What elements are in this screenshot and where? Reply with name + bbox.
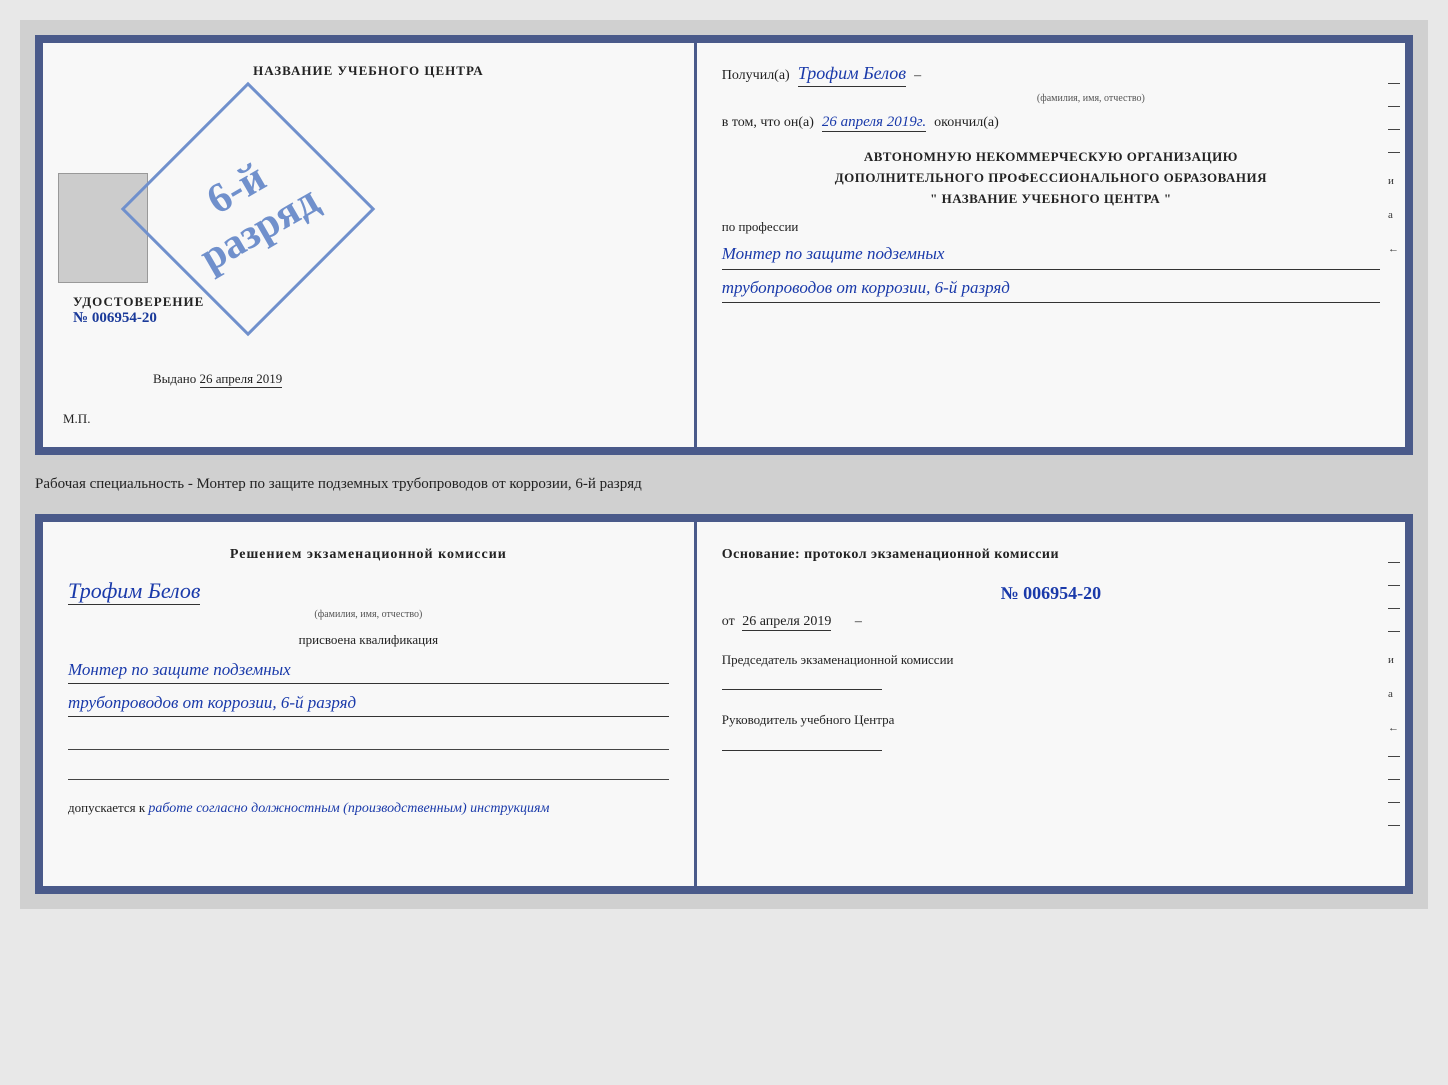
- protocol-date-value: 26 апреля 2019: [742, 614, 831, 631]
- vydano-label: Выдано: [153, 371, 196, 386]
- br-side-ya: а: [1388, 688, 1400, 700]
- protocol-num: № 006954-20: [722, 583, 1380, 604]
- rukovoditel-title: Руководитель учебного Центра: [722, 710, 1380, 730]
- mp-block: М.П.: [63, 411, 90, 427]
- udostoverenie-title: УДОСТОВЕРЕНИЕ: [73, 294, 204, 310]
- diploma-profession-line1: Монтер по защите подземных: [722, 241, 1380, 270]
- divider-text: Рабочая специальность - Монтер по защите…: [35, 465, 1413, 504]
- br-dash-7: [1388, 802, 1400, 803]
- org-line2: ДОПОЛНИТЕЛЬНОГО ПРОФЕССИОНАЛЬНОГО ОБРАЗО…: [722, 168, 1380, 189]
- udostoverenie-num: № 006954-20: [73, 310, 204, 327]
- osnovanie-title: Основание: протокол экзаменационной коми…: [722, 547, 1380, 563]
- diploma-recipient-name: Трофим Белов: [798, 63, 906, 87]
- photo-placeholder: [58, 173, 148, 283]
- dash-2: [1388, 106, 1400, 107]
- br-dash-3: [1388, 608, 1400, 609]
- br-side-i: и: [1388, 654, 1400, 666]
- bottom-profession-line2: трубопроводов от коррозии, 6-й разряд: [68, 689, 669, 717]
- dopuskaetsya-prefix: допускается к: [68, 800, 145, 815]
- dash-3: [1388, 129, 1400, 130]
- poluchil-prefix: Получил(а): [722, 68, 790, 84]
- dash-4: [1388, 152, 1400, 153]
- br-dash-1: [1388, 562, 1400, 563]
- side-letter-arrow: ←: [1388, 243, 1400, 255]
- center-name-top: НАЗВАНИЕ УЧЕБНОГО ЦЕНТРА: [68, 63, 669, 79]
- name-small-label: (фамилия, имя, отчество): [802, 93, 1380, 104]
- separator-1: [68, 732, 669, 750]
- poluchil-line: Получил(а) Трофим Белов –: [722, 63, 1380, 87]
- stamp-area: 6-й разряд: [148, 109, 348, 309]
- page-wrapper: НАЗВАНИЕ УЧЕБНОГО ЦЕНТРА 6-й разряд УДОС…: [20, 20, 1428, 909]
- po-professii-label: по профессии: [722, 219, 1380, 235]
- dopuskaetsya-text: работе согласно должностным (производств…: [148, 801, 549, 816]
- protocol-date: от 26 апреля 2019 –: [722, 614, 1380, 630]
- poluchil-dash: –: [914, 68, 921, 84]
- side-letter-i: и: [1388, 175, 1400, 187]
- bottom-right-side-dashes: и а ←: [1388, 562, 1400, 826]
- br-dash-5: [1388, 756, 1400, 757]
- diploma-left: НАЗВАНИЕ УЧЕБНОГО ЦЕНТРА 6-й разряд УДОС…: [43, 43, 697, 447]
- vydano-date: 26 апреля 2019: [200, 371, 283, 388]
- vtom-prefix: в том, что он(а): [722, 115, 814, 131]
- prisvoena-label: присвоена квалификация: [68, 632, 669, 648]
- br-dash-4: [1388, 631, 1400, 632]
- diploma-profession-line2: трубопроводов от коррозии, 6-й разряд: [722, 275, 1380, 304]
- vtom-line: в том, что он(а) 26 апреля 2019г. окончи…: [722, 114, 1380, 132]
- bottom-name-wrapper: Трофим Белов: [68, 578, 669, 607]
- bottom-right: Основание: протокол экзаменационной коми…: [697, 522, 1405, 886]
- separator-2: [68, 762, 669, 780]
- diploma-date: 26 апреля 2019г.: [822, 114, 926, 132]
- org-line3: " НАЗВАНИЕ УЧЕБНОГО ЦЕНТРА ": [722, 189, 1380, 210]
- bottom-name-small-label: (фамилия, имя, отчество): [68, 609, 669, 620]
- dopuskaetsya-block: допускается к работе согласно должностны…: [68, 800, 669, 817]
- br-dash-8: [1388, 825, 1400, 826]
- predsedatel-signature-line: [722, 689, 882, 690]
- side-letter-ya: а: [1388, 209, 1400, 221]
- bottom-panels: Решением экзаменационной комиссии Трофим…: [35, 514, 1413, 894]
- org-block: АВТОНОМНУЮ НЕКОММЕРЧЕСКУЮ ОРГАНИЗАЦИЮ ДО…: [722, 147, 1380, 209]
- br-dash-2: [1388, 585, 1400, 586]
- right-side-dashes: и а ←: [1388, 83, 1400, 255]
- org-line1: АВТОНОМНУЮ НЕКОММЕРЧЕСКУЮ ОРГАНИЗАЦИЮ: [722, 147, 1380, 168]
- bottom-recipient-name: Трофим Белов: [68, 578, 200, 605]
- predsedatel-title: Председатель экзаменационной комиссии: [722, 650, 1380, 670]
- bottom-profession-line1: Монтер по защите подземных: [68, 656, 669, 684]
- ot-label: от: [722, 614, 735, 629]
- bottom-lines: [68, 732, 669, 780]
- okonchil: окончил(а): [934, 115, 999, 131]
- diploma-right: Получил(а) Трофим Белов – (фамилия, имя,…: [697, 43, 1405, 447]
- resheniem-title: Решением экзаменационной комиссии: [68, 547, 669, 563]
- bottom-left: Решением экзаменационной комиссии Трофим…: [43, 522, 697, 886]
- rukovoditel-block: Руководитель учебного Центра: [722, 710, 1380, 751]
- vydano-block: Выдано 26 апреля 2019: [153, 371, 282, 387]
- dash-1: [1388, 83, 1400, 84]
- diploma-top: НАЗВАНИЕ УЧЕБНОГО ЦЕНТРА 6-й разряд УДОС…: [35, 35, 1413, 455]
- br-dash-6: [1388, 779, 1400, 780]
- br-side-arrow: ←: [1388, 722, 1400, 734]
- udostoverenie-block: УДОСТОВЕРЕНИЕ № 006954-20: [73, 294, 204, 327]
- rukovoditel-signature-line: [722, 750, 882, 751]
- predsedatel-block: Председатель экзаменационной комиссии: [722, 650, 1380, 691]
